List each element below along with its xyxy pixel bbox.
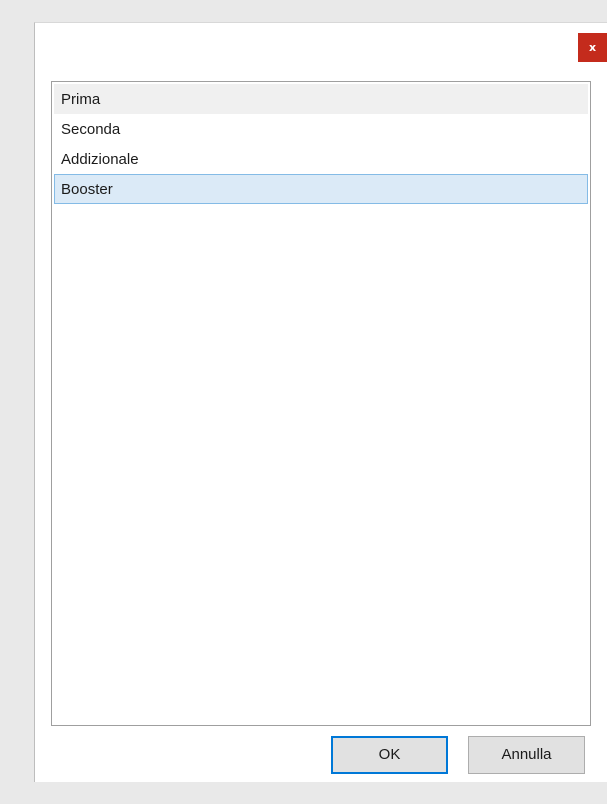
list-item[interactable]: Addizionale: [54, 144, 588, 174]
dialog-window: x Prima Seconda Addizionale Booster OK A…: [34, 22, 607, 782]
ok-button[interactable]: OK: [331, 736, 448, 774]
list-item-label: Booster: [61, 181, 113, 198]
list-item-selected[interactable]: Booster: [54, 174, 588, 204]
list-item[interactable]: Seconda: [54, 114, 588, 144]
list-item-label: Seconda: [61, 121, 121, 138]
desktop-background: x Prima Seconda Addizionale Booster OK A…: [0, 0, 607, 804]
list-item[interactable]: Prima: [54, 84, 588, 114]
close-icon: x: [588, 41, 597, 54]
close-button[interactable]: x: [578, 33, 607, 62]
options-listbox[interactable]: Prima Seconda Addizionale Booster: [51, 81, 591, 726]
cancel-button[interactable]: Annulla: [468, 736, 585, 774]
list-item-label: Addizionale: [61, 151, 139, 168]
list-item-label: Prima: [61, 91, 101, 108]
